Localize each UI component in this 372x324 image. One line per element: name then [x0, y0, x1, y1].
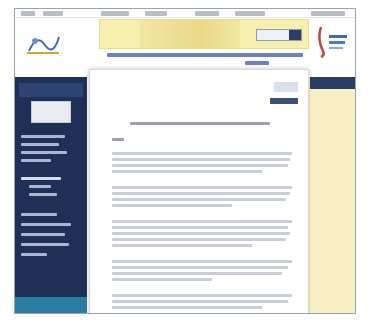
- text-line: [112, 294, 292, 297]
- text-line: [112, 272, 282, 275]
- site-title: [105, 51, 305, 69]
- text-line: [112, 164, 288, 167]
- text-line: [112, 260, 292, 263]
- sidebar-item[interactable]: [21, 233, 65, 236]
- top-navigation: [15, 9, 355, 18]
- sidebar-item[interactable]: [21, 135, 65, 138]
- sidebar-item[interactable]: [21, 143, 59, 146]
- sidebar-item[interactable]: [21, 177, 61, 180]
- site-title-line: [245, 61, 269, 65]
- top-nav-link[interactable]: [43, 11, 63, 16]
- banner-photo: [140, 20, 240, 48]
- sidebar-item[interactable]: [21, 151, 67, 154]
- text-line: [112, 238, 286, 241]
- right-panel-heading: [310, 77, 355, 89]
- text-line: [112, 220, 292, 223]
- site-logo-icon[interactable]: [23, 27, 63, 57]
- text-line: [112, 244, 252, 247]
- main-content: [89, 69, 309, 313]
- sidebar-item[interactable]: [21, 243, 69, 246]
- partner-logo-icon[interactable]: [313, 21, 351, 59]
- content-heading: [130, 122, 270, 125]
- sidebar-item[interactable]: [21, 159, 51, 162]
- search-icon[interactable]: [289, 30, 301, 40]
- text-line: [112, 266, 288, 269]
- top-nav-link[interactable]: [235, 11, 265, 16]
- sidebar-subitem[interactable]: [29, 185, 51, 188]
- site-title-line: [107, 53, 303, 57]
- sidebar-footer[interactable]: [15, 297, 87, 313]
- sidebar-badge[interactable]: [31, 101, 71, 123]
- text-line: [112, 300, 288, 303]
- sidebar: [15, 77, 87, 313]
- top-nav-link[interactable]: [145, 11, 167, 16]
- text-line: [112, 204, 232, 207]
- sidebar-heading: [19, 83, 83, 97]
- text-line: [112, 226, 288, 229]
- sidebar-subitem[interactable]: [29, 193, 57, 196]
- top-nav-link[interactable]: [311, 11, 345, 16]
- text-line: [112, 232, 290, 235]
- text-line: [112, 198, 286, 201]
- top-nav-link[interactable]: [195, 11, 219, 16]
- search-input[interactable]: [256, 29, 302, 41]
- text-line: [112, 306, 262, 309]
- breadcrumb[interactable]: [274, 82, 298, 92]
- sidebar-item[interactable]: [21, 223, 71, 226]
- browser-page: [14, 8, 356, 314]
- text-line: [112, 158, 290, 161]
- text-line: [112, 192, 290, 195]
- top-nav-link[interactable]: [101, 11, 129, 16]
- top-nav-link[interactable]: [21, 11, 35, 16]
- header-banner: [99, 19, 309, 49]
- sidebar-item[interactable]: [21, 213, 57, 216]
- sidebar-item[interactable]: [21, 253, 47, 256]
- back-link[interactable]: [270, 98, 298, 104]
- text-line: [112, 170, 262, 173]
- right-panel: [309, 77, 355, 313]
- text-line: [112, 138, 124, 141]
- text-line: [112, 186, 292, 189]
- text-line: [112, 278, 212, 281]
- text-line: [112, 152, 292, 155]
